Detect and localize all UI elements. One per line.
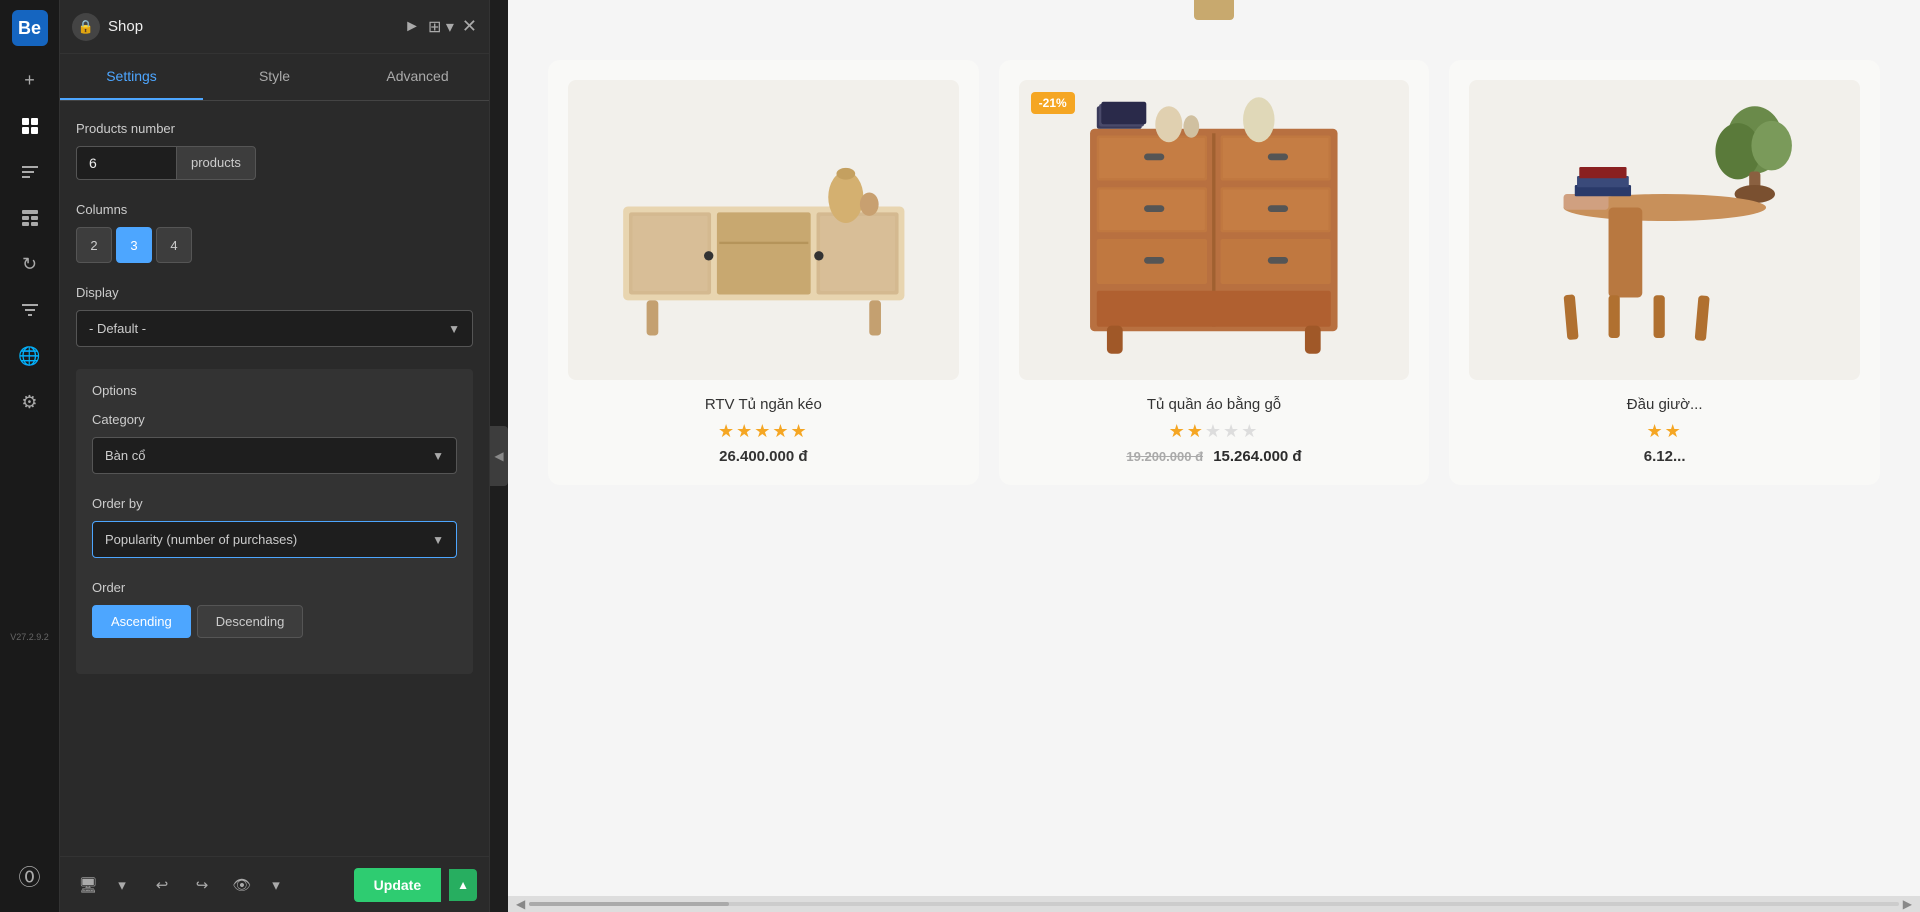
product-image-1: [568, 80, 959, 380]
panel-header: 🔒 Shop ► ⊞ ▾ ✕: [60, 0, 489, 54]
columns-group: Columns 2 3 4: [76, 202, 473, 263]
sidebar-icon-refresh[interactable]: ↻: [10, 244, 50, 284]
products-number-group: Products number products: [76, 121, 473, 180]
cursor-icon: ►: [404, 18, 420, 36]
redo-button[interactable]: ↪: [186, 869, 218, 901]
panel-tabs: Settings Style Advanced: [60, 54, 489, 101]
product-price-3: 6.12...: [1644, 448, 1686, 465]
category-group: Category Bàn cổ ▼: [92, 412, 457, 474]
category-select[interactable]: Bàn cổ ▼: [92, 437, 457, 474]
product-price-2: 19.200.000 đ 15.264.000 đ: [1126, 448, 1301, 465]
product-sale-price-2: 15.264.000 đ: [1213, 448, 1301, 465]
order-by-select[interactable]: Popularity (number of purchases) ▼: [92, 521, 457, 558]
order-by-group: Order by Popularity (number of purchases…: [92, 496, 457, 558]
order-group: Order Ascending Descending: [92, 580, 457, 638]
sidebar-icon-table[interactable]: [10, 198, 50, 238]
product-stars-1: ★★★★★: [718, 421, 809, 442]
sidebar-icon-layout[interactable]: [10, 106, 50, 146]
sidebar-icon-globe[interactable]: 🌐: [10, 336, 50, 376]
display-select[interactable]: - Default - ▼: [76, 310, 473, 347]
product-stars-3: ★★: [1647, 421, 1683, 442]
order-by-label: Order by: [92, 496, 457, 511]
close-button[interactable]: ✕: [462, 16, 477, 37]
product-grid: RTV Tủ ngăn kéo ★★★★★ 26.400.000 đ -21%: [548, 60, 1880, 485]
display-label: Display: [76, 285, 473, 300]
category-chevron-icon: ▼: [432, 449, 444, 463]
bottom-scrollbar[interactable]: ◀ ▶: [508, 896, 1920, 912]
tab-style[interactable]: Style: [203, 54, 346, 100]
options-title: Options: [92, 383, 457, 398]
sidebar-icon-filters[interactable]: [10, 290, 50, 330]
version-label: V27.2.9.2: [10, 632, 49, 650]
product-original-price-2: 19.200.000 đ: [1126, 449, 1203, 464]
product-card: RTV Tủ ngăn kéo ★★★★★ 26.400.000 đ: [548, 60, 979, 485]
tab-settings[interactable]: Settings: [60, 54, 203, 100]
undo-button[interactable]: ↩: [146, 869, 178, 901]
products-badge: products: [176, 146, 256, 180]
sidebar-icon-settings[interactable]: ⚙: [10, 382, 50, 422]
collapse-handle[interactable]: ◀: [490, 426, 508, 486]
product-card: -21%: [999, 60, 1430, 485]
panel-footer: 🖥 ▾ ↩ ↪ 👁 ▾ Update ▲: [60, 856, 489, 912]
device-group: 🖥 ▾: [72, 869, 138, 901]
products-number-input[interactable]: [76, 146, 176, 180]
product-image-3: [1469, 80, 1860, 380]
options-section: Options Category Bàn cổ ▼ Order by Popul…: [76, 369, 473, 674]
product-image-2: -21%: [1019, 80, 1410, 380]
be-logo: Be: [12, 10, 48, 46]
preview-group: 👁 ▾: [226, 869, 292, 901]
descending-button[interactable]: Descending: [197, 605, 304, 638]
sidebar-icon-add[interactable]: +: [10, 60, 50, 100]
chevron-down-icon: ▼: [448, 322, 460, 336]
scroll-right-icon[interactable]: ▶: [1903, 897, 1912, 911]
desktop-icon[interactable]: 🖥: [72, 869, 104, 901]
scroll-left-icon[interactable]: ◀: [516, 897, 525, 911]
category-value: Bàn cổ: [105, 448, 145, 463]
lock-icon: 🔒: [72, 13, 100, 41]
order-by-chevron-icon: ▼: [432, 533, 444, 547]
display-value: - Default -: [89, 321, 146, 336]
product-name-1: RTV Tủ ngăn kéo: [705, 396, 822, 413]
tab-advanced[interactable]: Advanced: [346, 54, 489, 100]
product-name-3: Đầu giườ...: [1627, 396, 1703, 413]
device-chevron-icon[interactable]: ▾: [106, 869, 138, 901]
layout-button[interactable]: ⊞ ▾: [428, 17, 454, 37]
product-card: Đầu giườ... ★★ 6.12...: [1449, 60, 1880, 485]
products-number-label: Products number: [76, 121, 473, 136]
product-stars-2: ★★★★★: [1169, 421, 1260, 442]
category-label: Category: [92, 412, 457, 427]
sidebar-icon-sort[interactable]: [10, 152, 50, 192]
ascending-button[interactable]: Ascending: [92, 605, 191, 638]
column-btn-4[interactable]: 4: [156, 227, 192, 263]
panel-content: Products number products Columns 2 3 4 D…: [60, 101, 489, 856]
columns-label: Columns: [76, 202, 473, 217]
products-number-row: products: [76, 146, 473, 180]
order-by-value: Popularity (number of purchases): [105, 532, 297, 547]
order-buttons: Ascending Descending: [92, 605, 457, 638]
preview-chevron-icon[interactable]: ▾: [260, 869, 292, 901]
preview-icon[interactable]: 👁: [226, 869, 258, 901]
product-name-2: Tủ quần áo bằng gỗ: [1147, 396, 1281, 413]
column-btn-3[interactable]: 3: [116, 227, 152, 263]
order-label: Order: [92, 580, 457, 595]
update-arrow-button[interactable]: ▲: [449, 869, 477, 901]
panel-title: Shop: [108, 18, 396, 35]
settings-panel: 🔒 Shop ► ⊞ ▾ ✕ Settings Style Advanced P…: [60, 0, 490, 912]
discount-badge: -21%: [1031, 92, 1075, 114]
display-group: Display - Default - ▼: [76, 285, 473, 347]
wordpress-icon[interactable]: ⓪: [18, 860, 40, 892]
scrollbar-thumb[interactable]: [529, 902, 729, 906]
columns-buttons: 2 3 4: [76, 227, 473, 263]
main-content: RTV Tủ ngăn kéo ★★★★★ 26.400.000 đ -21%: [508, 0, 1920, 912]
product-area: RTV Tủ ngăn kéo ★★★★★ 26.400.000 đ -21%: [508, 0, 1920, 912]
column-btn-2[interactable]: 2: [76, 227, 112, 263]
product-price-1: 26.400.000 đ: [719, 448, 807, 465]
icon-sidebar: Be + ↻ 🌐 ⚙ V27.2.9.2: [0, 0, 60, 912]
update-button[interactable]: Update: [354, 868, 441, 902]
